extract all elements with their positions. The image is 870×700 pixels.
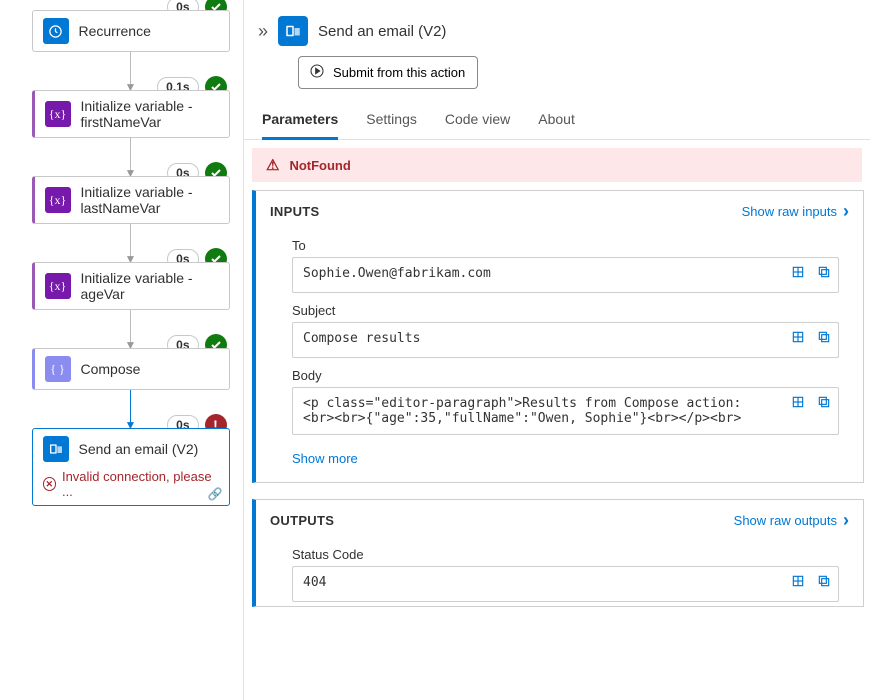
step-title: Initialize variable - lastNameVar [81, 184, 219, 216]
field-value-status-code: 404 [292, 566, 839, 602]
step-error-text: ✕ Invalid connection, please ... [33, 469, 229, 505]
connector: ▼ [125, 138, 137, 176]
link-icon: 🔗 [208, 487, 223, 501]
tab-parameters[interactable]: Parameters [262, 111, 338, 140]
outlook-icon [278, 16, 308, 46]
submit-button[interactable]: Submit from this action [298, 56, 478, 89]
grid-icon[interactable] [790, 329, 806, 345]
field-label-subject: Subject [292, 303, 839, 318]
step-title: Initialize variable - firstNameVar [81, 98, 219, 130]
panel-title: Send an email (V2) [318, 23, 446, 40]
tab-settings[interactable]: Settings [366, 111, 417, 139]
flow-canvas: 0s Recurrence ▼ 0.1s {x} Initialize vari… [0, 0, 243, 700]
copy-icon[interactable] [816, 573, 832, 589]
variable-icon: {x} [45, 101, 71, 127]
field-value-to: Sophie.Owen@fabrikam.com [292, 257, 839, 293]
compose-icon: { } [45, 356, 71, 382]
show-raw-outputs-link[interactable]: Show raw outputs › [734, 510, 849, 531]
step-send-email[interactable]: Send an email (V2) ✕ Invalid connection,… [32, 428, 230, 506]
connector: ▼ [125, 52, 137, 90]
grid-icon[interactable] [790, 264, 806, 280]
details-panel: » Send an email (V2) Submit from this ac… [243, 0, 870, 700]
copy-icon[interactable] [816, 329, 832, 345]
section-title: INPUTS [270, 204, 319, 219]
grid-icon[interactable] [790, 394, 806, 410]
step-recurrence[interactable]: Recurrence [32, 10, 230, 52]
variable-icon: {x} [45, 187, 71, 213]
field-label-to: To [292, 238, 839, 253]
connector: ▼ [125, 390, 137, 428]
connector: ▼ [125, 224, 137, 262]
step-title: Recurrence [79, 23, 151, 39]
step-title: Send an email (V2) [79, 441, 199, 457]
step-init-age[interactable]: {x} Initialize variable - ageVar [32, 262, 230, 310]
error-banner: ⚠ NotFound [252, 148, 862, 182]
warning-icon: ⚠ [266, 156, 279, 174]
error-circle-icon: ✕ [43, 477, 56, 491]
field-label-body: Body [292, 368, 839, 383]
copy-icon[interactable] [816, 394, 832, 410]
show-more-link[interactable]: Show more [256, 439, 863, 482]
tab-bar: Parameters Settings Code view About [244, 89, 870, 140]
field-value-body: <p class="editor-paragraph">Results from… [292, 387, 839, 435]
variable-icon: {x} [45, 273, 71, 299]
outputs-section: OUTPUTS Show raw outputs › Status Code 4… [252, 499, 864, 607]
show-raw-inputs-link[interactable]: Show raw inputs › [742, 201, 849, 222]
section-title: OUTPUTS [270, 513, 334, 528]
copy-icon[interactable] [816, 264, 832, 280]
grid-icon[interactable] [790, 573, 806, 589]
field-value-subject: Compose results [292, 322, 839, 358]
step-title: Compose [81, 361, 141, 377]
step-init-lastname[interactable]: {x} Initialize variable - lastNameVar [32, 176, 230, 224]
tab-code-view[interactable]: Code view [445, 111, 510, 139]
inputs-section: INPUTS Show raw inputs › To Sophie.Owen@… [252, 190, 864, 483]
tab-about[interactable]: About [538, 111, 575, 139]
outlook-icon [43, 436, 69, 462]
connector: ▼ [125, 310, 137, 348]
collapse-icon[interactable]: » [258, 21, 268, 42]
step-title: Initialize variable - ageVar [81, 270, 219, 302]
clock-icon [43, 18, 69, 44]
field-label-status-code: Status Code [292, 547, 839, 562]
step-compose[interactable]: { } Compose [32, 348, 230, 390]
chevron-right-icon: › [843, 510, 849, 531]
play-icon [309, 63, 325, 82]
step-init-firstname[interactable]: {x} Initialize variable - firstNameVar [32, 90, 230, 138]
chevron-right-icon: › [843, 201, 849, 222]
